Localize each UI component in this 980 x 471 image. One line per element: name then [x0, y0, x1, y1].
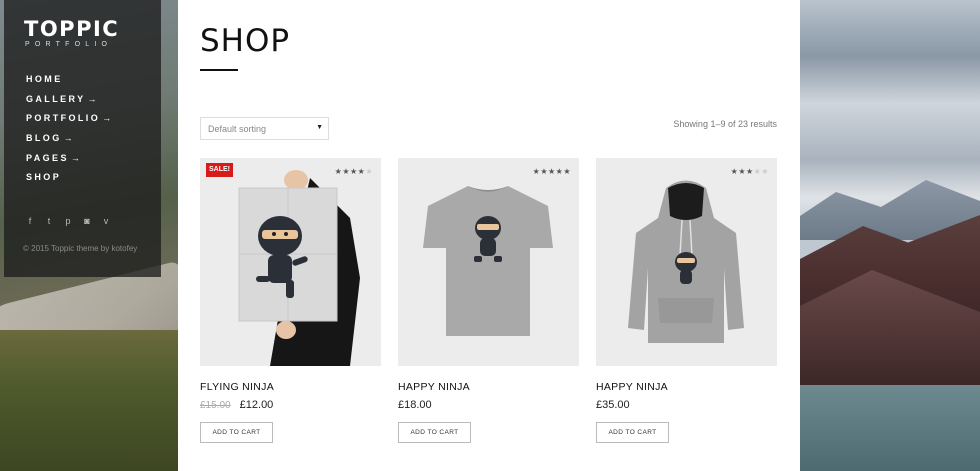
submenu-arrow-icon: →: [102, 113, 112, 124]
copyright-text: © 2015 Toppic theme by kotofey: [23, 244, 138, 253]
background-grass: [0, 330, 178, 471]
product-price: £35.00: [596, 399, 777, 411]
nav-item-portfolio[interactable]: PORTFOLIO →: [26, 112, 111, 132]
nav-item-shop[interactable]: SHOP: [26, 171, 111, 191]
nav-item-gallery[interactable]: GALLERY →: [26, 93, 111, 113]
product-card: SALE! ★★★★★ FLYING NINJA £15.00 £12.00 A…: [200, 158, 381, 443]
product-image[interactable]: ★★★★★: [596, 158, 777, 366]
background-landscape-right: [800, 0, 980, 471]
add-to-cart-button[interactable]: ADD TO CART: [398, 422, 471, 443]
product-card: ★★★★★ HAPPY NINJA £18.00 ADD TO CART: [398, 158, 579, 443]
instagram-icon[interactable]: ◙: [83, 216, 91, 226]
product-image[interactable]: SALE! ★★★★★: [200, 158, 381, 366]
current-price: £18.00: [398, 399, 432, 411]
social-links: f t p ◙ v: [26, 216, 110, 226]
nav-item-label: GALLERY: [26, 93, 86, 104]
main-content: SHOP Default sorting ▼ Showing 1–9 of 23…: [178, 0, 800, 471]
nav-item-label: BLOG: [26, 133, 62, 144]
twitter-icon[interactable]: t: [45, 216, 53, 226]
vimeo-icon[interactable]: v: [102, 216, 110, 226]
nav-item-home[interactable]: HOME: [26, 73, 111, 93]
logo-subtitle: PORTFOLIO: [25, 41, 113, 48]
nav-item-label: HOME: [26, 74, 63, 84]
page-title: SHOP: [200, 23, 291, 59]
add-to-cart-button[interactable]: ADD TO CART: [200, 422, 273, 443]
product-card: ★★★★★ HAPPY NINJA £35.00 ADD TO CART: [596, 158, 777, 443]
product-image[interactable]: ★★★★★: [398, 158, 579, 366]
main-nav: HOME GALLERY → PORTFOLIO → BLOG → PAGES → SH…: [26, 73, 111, 191]
current-price: £35.00: [596, 399, 630, 411]
product-name[interactable]: HAPPY NINJA: [596, 381, 777, 393]
site-logo[interactable]: TOPPIC PORTFOLIO: [24, 18, 119, 48]
product-price: £15.00 £12.00: [200, 399, 381, 411]
sort-select-value: Default sorting: [208, 124, 267, 134]
old-price: £15.00: [200, 400, 231, 411]
product-name[interactable]: HAPPY NINJA: [398, 381, 579, 393]
submenu-arrow-icon: →: [87, 93, 97, 104]
sale-badge: SALE!: [206, 163, 233, 177]
logo-title: TOPPIC: [24, 17, 120, 41]
current-price: £12.00: [239, 399, 274, 411]
nav-item-pages[interactable]: PAGES →: [26, 152, 111, 172]
nav-item-label: PORTFOLIO: [26, 113, 101, 124]
rating-stars: ★★★★★: [532, 167, 571, 176]
nav-item-label: SHOP: [26, 172, 62, 183]
submenu-arrow-icon: →: [70, 152, 80, 163]
tshirt-ninja-illustration: [398, 158, 579, 366]
product-name[interactable]: FLYING NINJA: [200, 381, 381, 393]
product-price: £18.00: [398, 399, 579, 411]
submenu-arrow-icon: →: [63, 133, 73, 144]
pinterest-icon[interactable]: p: [64, 216, 72, 226]
nav-item-label: PAGES: [26, 152, 69, 163]
add-to-cart-button[interactable]: ADD TO CART: [596, 422, 669, 443]
poster-ninja-illustration: [200, 158, 381, 366]
rating-stars: ★★★★★: [334, 167, 373, 176]
nav-item-blog[interactable]: BLOG →: [26, 132, 111, 152]
background-lake: [800, 385, 980, 471]
rating-stars: ★★★★★: [730, 167, 769, 176]
sort-select[interactable]: Default sorting ▼: [200, 117, 329, 140]
hoodie-ninja-illustration: [596, 158, 777, 366]
title-underline: [200, 69, 238, 71]
sidebar: TOPPIC PORTFOLIO HOME GALLERY → PORTFOLIO…: [4, 0, 161, 277]
facebook-icon[interactable]: f: [26, 216, 34, 226]
chevron-down-icon: ▼: [316, 124, 323, 131]
result-count: Showing 1–9 of 23 results: [673, 119, 777, 129]
